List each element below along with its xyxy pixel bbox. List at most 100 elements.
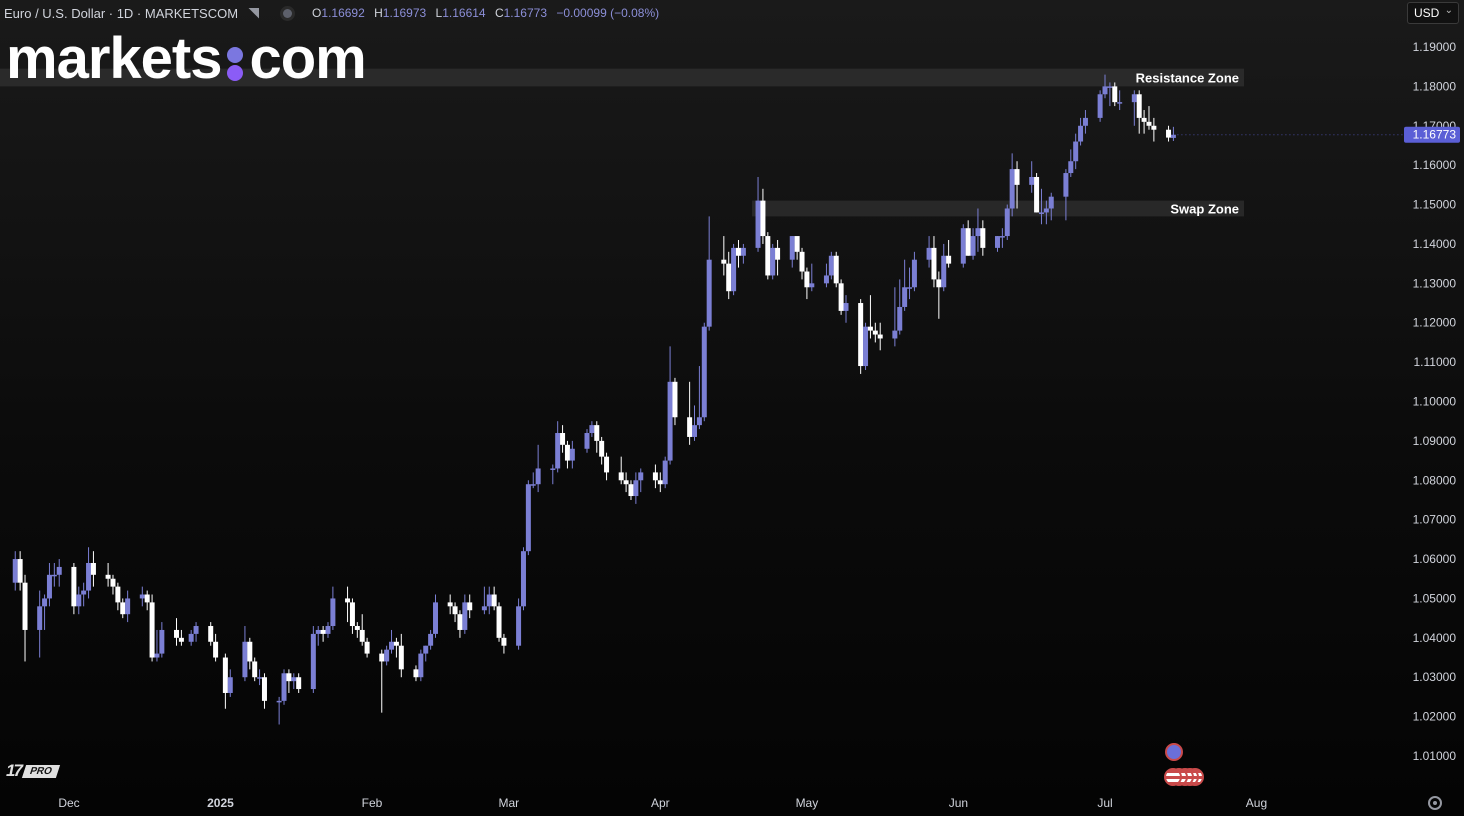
candle	[833, 251, 839, 288]
price-chart[interactable]: Resistance Zone Swap Zone 1.19000 1.18000 1.…	[0, 0, 1464, 816]
candle	[838, 279, 844, 315]
candle	[398, 633, 404, 678]
candle-body	[349, 602, 355, 627]
candle-body	[486, 594, 492, 607]
candle	[56, 559, 62, 587]
candle	[149, 594, 155, 662]
candle-body	[970, 236, 976, 256]
candle	[1117, 90, 1123, 111]
candle	[1141, 110, 1147, 134]
candle-body	[1151, 125, 1157, 130]
candle-body	[872, 330, 878, 335]
settings-icon[interactable]	[1428, 796, 1442, 810]
candle	[804, 267, 810, 300]
candle	[393, 637, 399, 658]
candle-body	[560, 433, 566, 445]
y-tick-label: 1.11000	[1414, 355, 1457, 369]
candle-body	[481, 606, 487, 611]
candle-body	[1063, 173, 1069, 197]
candle	[257, 669, 263, 686]
candle	[139, 586, 145, 607]
y-tick-label: 1.07000	[1413, 513, 1457, 527]
candle-body	[252, 661, 258, 678]
candle-body	[1102, 86, 1108, 95]
candle-body	[398, 645, 404, 670]
candle	[261, 673, 267, 709]
candle	[227, 669, 233, 697]
candle	[994, 236, 1000, 252]
candle-body	[589, 425, 595, 434]
candle	[242, 626, 248, 682]
candle-body	[86, 562, 92, 591]
y-tick-label: 1.06000	[1413, 552, 1457, 566]
candle-body	[227, 677, 233, 693]
candle	[535, 444, 541, 493]
candle	[735, 240, 741, 268]
candle	[379, 649, 385, 713]
candle-body	[696, 417, 702, 426]
candle-body	[51, 574, 57, 577]
candle-body	[452, 606, 458, 615]
candle-body	[652, 472, 658, 481]
candle	[740, 243, 746, 264]
candle-body	[1043, 208, 1049, 213]
candle	[980, 220, 986, 256]
candle	[188, 629, 194, 646]
candle-body	[618, 472, 624, 481]
candle	[867, 295, 873, 339]
candle	[125, 590, 131, 623]
candle-body	[755, 200, 761, 248]
candle-body	[594, 425, 600, 441]
candle	[941, 243, 947, 292]
candle	[652, 464, 658, 489]
tradingview-logo[interactable]: 17 PRO	[6, 761, 60, 781]
candle-body	[423, 645, 429, 654]
candle	[877, 322, 883, 351]
candle	[452, 602, 458, 623]
candle-body	[325, 626, 331, 634]
candle-body	[1073, 141, 1079, 162]
event-us-flag-icon[interactable]	[1164, 768, 1182, 786]
candle-body	[960, 228, 966, 264]
candle-body	[320, 629, 326, 634]
candle	[247, 637, 253, 670]
y-tick-label: 1.08000	[1413, 473, 1457, 487]
candle	[799, 247, 805, 280]
candle-body	[926, 247, 932, 260]
candle-body	[877, 334, 883, 339]
y-tick-label: 1.05000	[1413, 591, 1457, 605]
candle-body	[281, 673, 287, 701]
event-globe-icon[interactable]	[1165, 743, 1183, 761]
candle	[589, 421, 595, 437]
candle-body	[604, 456, 610, 473]
candle	[907, 267, 913, 300]
candle-body	[76, 594, 82, 607]
candle	[863, 322, 869, 370]
candle-body	[775, 247, 781, 260]
candle	[105, 562, 111, 587]
candle-body	[345, 598, 351, 603]
markets-com-logo: markets com	[6, 26, 367, 91]
candle-body	[105, 574, 111, 579]
candle-body	[569, 448, 575, 461]
candle	[911, 251, 917, 292]
candle	[599, 436, 605, 465]
candle-body	[286, 673, 292, 682]
candle	[970, 228, 976, 260]
candle	[71, 562, 77, 615]
candle-body	[491, 594, 497, 607]
candle-body	[149, 602, 155, 658]
candle	[770, 243, 776, 280]
candle	[22, 574, 28, 662]
candle	[110, 574, 116, 595]
y-tick-label: 1.16000	[1413, 158, 1457, 172]
candle-body	[428, 633, 434, 646]
candle-body	[457, 614, 463, 630]
candle-body	[980, 228, 986, 248]
logo-text-right: com	[249, 26, 366, 91]
candle-body	[1117, 102, 1123, 104]
candle-body	[1029, 176, 1035, 185]
x-tick-label: Jun	[949, 796, 968, 810]
candle-body	[946, 255, 952, 264]
candle-body	[550, 468, 556, 470]
